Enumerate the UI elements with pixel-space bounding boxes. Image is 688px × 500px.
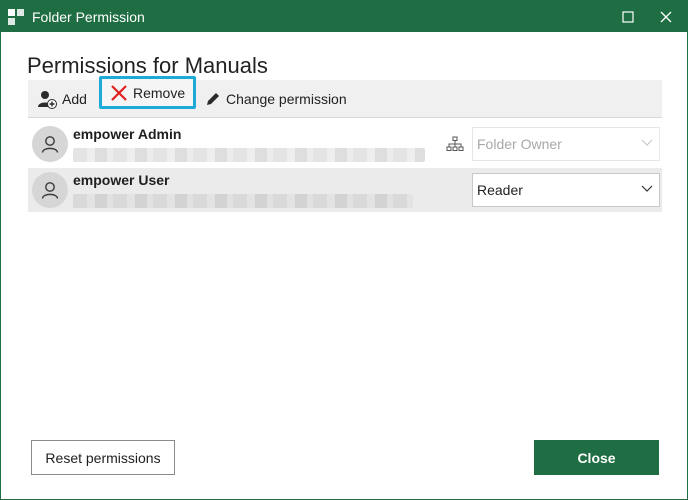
person-icon <box>41 182 59 199</box>
app-logo-icon <box>8 9 24 25</box>
chevron-down-icon <box>641 139 653 146</box>
person-icon <box>41 136 59 153</box>
change-permission-label: Change permission <box>226 91 347 107</box>
chevron-down-icon <box>641 185 653 192</box>
avatar <box>32 126 68 162</box>
folder-permission-window: Folder Permission Permissions for Manual… <box>0 0 688 500</box>
user-name: empower Admin <box>73 126 182 142</box>
add-user-icon <box>38 91 57 109</box>
redacted-email <box>73 148 425 162</box>
close-icon <box>660 11 672 22</box>
permission-value: Reader <box>477 182 523 198</box>
user-row-user[interactable]: empower User Reader <box>28 168 662 212</box>
title-bar: Folder Permission <box>1 1 687 32</box>
change-permission-button[interactable]: Change permission <box>205 80 347 118</box>
user-name: empower User <box>73 172 170 188</box>
permissions-toolbar: Add Remove Change permission <box>28 76 662 118</box>
permission-select-admin: Folder Owner <box>472 127 660 161</box>
permission-select-user[interactable]: Reader <box>472 173 660 207</box>
avatar <box>32 172 68 208</box>
pencil-icon <box>207 93 219 105</box>
maximize-button[interactable] <box>609 1 647 32</box>
maximize-icon <box>622 10 634 23</box>
close-window-button[interactable] <box>647 1 685 32</box>
remove-x-icon <box>111 84 127 101</box>
add-button[interactable]: Add <box>37 80 87 118</box>
remove-label: Remove <box>133 84 186 101</box>
remove-button[interactable]: Remove <box>99 76 197 109</box>
redacted-email <box>73 194 413 208</box>
close-button[interactable]: Close <box>534 440 659 475</box>
permission-value: Folder Owner <box>477 136 562 152</box>
org-chart-icon <box>446 136 464 151</box>
window-title: Folder Permission <box>32 9 145 25</box>
user-row-admin[interactable]: empower Admin Folder Owner <box>28 122 662 166</box>
add-label: Add <box>62 91 87 107</box>
reset-permissions-button[interactable]: Reset permissions <box>31 440 175 475</box>
